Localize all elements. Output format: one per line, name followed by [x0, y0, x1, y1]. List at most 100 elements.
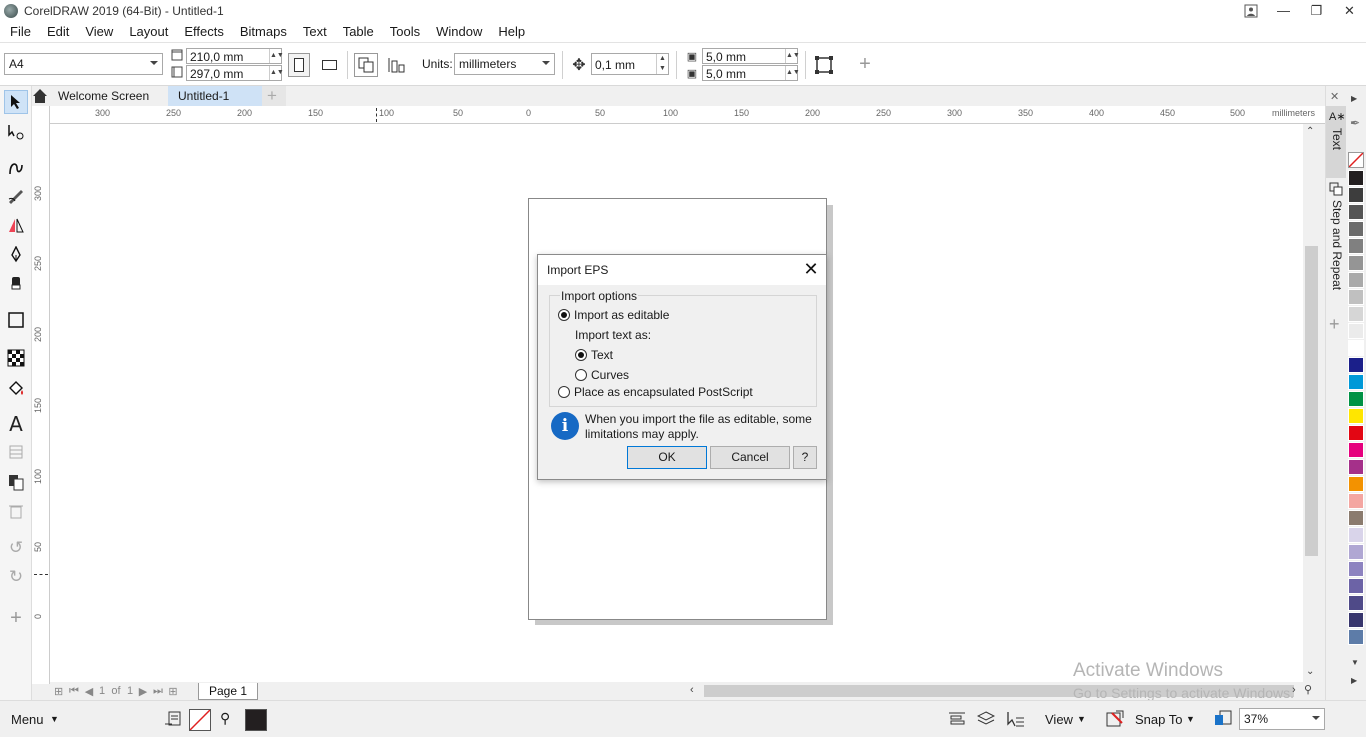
ok-button[interactable]: OK	[627, 446, 707, 469]
palette-swatch[interactable]	[1348, 561, 1364, 577]
menu-view[interactable]: View	[77, 24, 121, 39]
page-1-tab[interactable]: Page 1	[198, 683, 259, 700]
vertical-ruler[interactable]: 300 250 200 150 100 50 0	[32, 106, 50, 684]
palette-swatch[interactable]	[1348, 425, 1364, 441]
palette-swatch[interactable]	[1348, 476, 1364, 492]
menu-tools[interactable]: Tools	[382, 24, 428, 39]
artistic-media-tool-icon[interactable]	[4, 184, 28, 208]
palette-swatch[interactable]	[1348, 306, 1364, 322]
palette-swatch[interactable]	[1348, 578, 1364, 594]
nudge-distance-field[interactable]: 0,1 mm ▲ ▼	[591, 53, 669, 75]
scroll-left-icon[interactable]: ‹	[690, 684, 694, 696]
close-window-button[interactable]: ✕	[1333, 0, 1366, 21]
palette-swatch[interactable]	[1348, 442, 1364, 458]
vertical-scrollbar[interactable]: ⌃ ⌄	[1303, 124, 1321, 682]
palette-swatch[interactable]	[1348, 510, 1364, 526]
redo-icon[interactable]: ↻	[4, 565, 28, 589]
view-button[interactable]: View	[1045, 712, 1073, 727]
undo-icon[interactable]: ↺	[4, 536, 28, 560]
menu-text[interactable]: Text	[295, 24, 335, 39]
add-docker-button[interactable]: +	[1329, 314, 1340, 335]
units-select[interactable]: millimeters	[454, 53, 555, 75]
vertical-scroll-thumb[interactable]	[1305, 246, 1318, 556]
no-color-swatch[interactable]	[1348, 152, 1364, 168]
palette-swatch[interactable]	[1348, 493, 1364, 509]
radio-text[interactable]: Text	[575, 348, 613, 362]
duplicate-x-field[interactable]: 5,0 mm ▲▼	[702, 48, 800, 64]
align-icon[interactable]	[948, 711, 966, 730]
menu-dropdown-icon[interactable]: ▼	[50, 714, 59, 724]
menu-edit[interactable]: Edit	[39, 24, 77, 39]
snap-to-button[interactable]: Snap To	[1135, 712, 1182, 727]
palette-swatch[interactable]	[1348, 544, 1364, 560]
all-pages-button[interactable]	[354, 53, 378, 77]
palette-swatch[interactable]	[1348, 527, 1364, 543]
add-page-before-icon[interactable]: ⊞	[54, 685, 66, 698]
palette-swatch[interactable]	[1348, 289, 1364, 305]
mirror-tool-icon[interactable]	[4, 214, 28, 238]
nudge-spinner[interactable]: ▲ ▼	[656, 54, 668, 74]
horizontal-ruler[interactable]: 300 250 200 150 100 50 0 50 100 150 200 …	[50, 106, 1325, 124]
tab-untitled-1[interactable]: Untitled-1	[168, 86, 262, 106]
minimize-button[interactable]: —	[1267, 0, 1300, 21]
outline-color-swatch[interactable]	[245, 709, 267, 731]
page-height-field[interactable]: 297,0 mm ▲▼	[186, 65, 284, 81]
palette-swatch[interactable]	[1348, 187, 1364, 203]
palette-swatch[interactable]	[1348, 459, 1364, 475]
palette-swatch[interactable]	[1348, 408, 1364, 424]
palette-swatch[interactable]	[1348, 272, 1364, 288]
user-account-icon[interactable]	[1234, 0, 1267, 21]
palette-swatch[interactable]	[1348, 238, 1364, 254]
zoom-level-select[interactable]: 37%	[1239, 708, 1325, 730]
palette-swatch[interactable]	[1348, 595, 1364, 611]
palette-swatch[interactable]	[1348, 255, 1364, 271]
layers-icon[interactable]	[976, 710, 996, 731]
dup-y-spinner[interactable]: ▲▼	[785, 66, 800, 80]
docker-close-icon[interactable]: ✕	[1330, 90, 1339, 103]
fill-color-none-swatch[interactable]	[189, 709, 211, 731]
eyedropper-icon[interactable]: ✒	[1350, 116, 1360, 130]
pen-nib-icon[interactable]: ⚲	[220, 710, 236, 728]
palette-swatch[interactable]	[1348, 170, 1364, 186]
first-page-icon[interactable]: ⏮	[66, 685, 82, 698]
palette-swatch[interactable]	[1348, 204, 1364, 220]
table-tool-icon[interactable]	[4, 440, 28, 464]
zoom-navigator-icon[interactable]: ⚲	[1304, 683, 1312, 696]
duplicate-y-field[interactable]: 5,0 mm ▲▼	[702, 65, 800, 81]
palette-swatch[interactable]	[1348, 391, 1364, 407]
rectangle-tool-icon[interactable]	[4, 308, 28, 332]
menu-button[interactable]: Menu	[11, 712, 44, 727]
height-spinner[interactable]: ▲▼	[269, 66, 284, 80]
palette-expand-icon[interactable]: ▶	[1351, 676, 1357, 685]
fill-tool-icon[interactable]	[4, 376, 28, 400]
new-tab-button[interactable]: +	[262, 86, 286, 106]
menu-bitmaps[interactable]: Bitmaps	[232, 24, 295, 39]
step-and-repeat-docker-tab[interactable]: Step and Repeat	[1326, 182, 1346, 302]
view-dropdown-icon[interactable]: ▼	[1077, 714, 1086, 724]
menu-table[interactable]: Table	[335, 24, 382, 39]
landscape-button[interactable]	[318, 53, 340, 77]
menu-layout[interactable]: Layout	[121, 24, 176, 39]
palette-swatch[interactable]	[1348, 357, 1364, 373]
text-tool-icon[interactable]: A	[4, 412, 28, 436]
object-properties-icon[interactable]	[164, 710, 182, 728]
add-toolbar-item-button[interactable]: +	[855, 53, 875, 75]
freehand-tool-icon[interactable]	[4, 156, 28, 180]
scroll-up-icon[interactable]: ⌃	[1306, 126, 1314, 137]
snap-to-icon[interactable]	[1106, 710, 1124, 731]
add-page-after-icon[interactable]: ⊞	[166, 685, 180, 698]
cancel-button[interactable]: Cancel	[710, 446, 790, 469]
clipboard-tool-icon[interactable]	[4, 470, 28, 494]
transparency-tool-icon[interactable]	[4, 346, 28, 370]
snap-to-dropdown-icon[interactable]: ▼	[1186, 714, 1195, 724]
menu-file[interactable]: File	[2, 24, 39, 39]
radio-curves[interactable]: Curves	[575, 368, 629, 382]
palette-swatch[interactable]	[1348, 323, 1364, 339]
prev-page-icon[interactable]: ◀	[82, 685, 96, 698]
current-page-button[interactable]	[384, 53, 408, 77]
next-page-icon[interactable]: ▶	[136, 685, 150, 698]
dialog-close-icon[interactable]: ✕	[802, 258, 820, 280]
width-spinner[interactable]: ▲▼	[269, 49, 284, 63]
pick-tool-icon[interactable]	[4, 90, 28, 114]
palette-swatch[interactable]	[1348, 629, 1364, 645]
